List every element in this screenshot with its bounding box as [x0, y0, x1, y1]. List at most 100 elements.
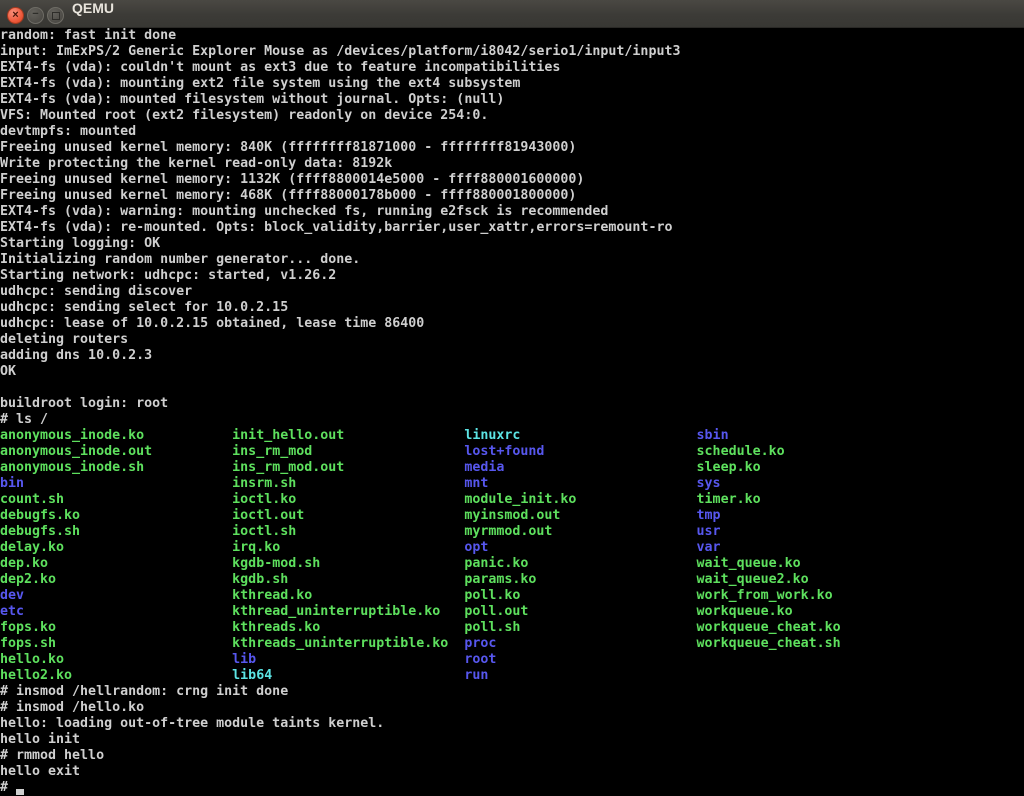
console-text: Freeing unused kernel memory: 468K (ffff… — [0, 188, 576, 204]
console-line: hello: loading out-of-tree module taints… — [0, 716, 1024, 732]
file-entry: workqueue.ko — [697, 604, 793, 620]
file-entry: sleep.ko — [697, 460, 761, 476]
console-line: devkthread.kopoll.kowork_from_work.ko — [0, 588, 1024, 604]
file-entry: lib — [232, 652, 256, 668]
file-entry: var — [697, 540, 721, 556]
file-entry: ioctl.ko — [232, 492, 296, 508]
console-line: dep.ko kgdb-mod.sh panic.ko wait_queue.ko — [0, 556, 1024, 572]
minimize-button[interactable]: − — [27, 7, 44, 24]
file-entry: etc — [0, 604, 24, 620]
console-line: VFS: Mounted root (ext2 filesystem) read… — [0, 108, 1024, 124]
file-entry: wait_queue2.ko — [697, 572, 809, 588]
file-entry: fops.ko — [0, 620, 56, 636]
console-line: EXT4-fs (vda): re-mounted. Opts: block_v… — [0, 220, 1024, 236]
console-text: devtmpfs: mounted — [0, 124, 136, 140]
console-line: buildroot login: root — [0, 396, 1024, 412]
file-entry: dep2.ko — [0, 572, 56, 588]
file-entry: workqueue_cheat.sh — [697, 636, 841, 652]
file-entry: ioctl.out — [232, 508, 304, 524]
window-title: QEMU — [72, 0, 114, 28]
close-icon: × — [12, 10, 18, 21]
console-line: debugfs.koioctl.outmyinsmod.outtmp — [0, 508, 1024, 524]
console-line: bininsrm.shmntsys — [0, 476, 1024, 492]
console-text: Write protecting the kernel read-only da… — [0, 156, 392, 172]
console-line: # insmod /hello.ko — [0, 700, 1024, 716]
console-line: count.shioctl.komodule_init.kotimer.ko — [0, 492, 1024, 508]
file-entry: ins_rm_mod.out — [232, 460, 344, 476]
file-entry: anonymous_inode.ko — [0, 428, 144, 444]
console-line: hello exit — [0, 764, 1024, 780]
console-line: udhcpc: sending select for 10.0.2.15 — [0, 300, 1024, 316]
console-line: random: fast init done — [0, 28, 1024, 44]
file-entry: kthreads.ko — [232, 620, 320, 636]
console-line: # — [0, 780, 1024, 796]
console-line: # ls / — [0, 412, 1024, 428]
file-entry: ins_rm_mod — [232, 444, 312, 460]
titlebar[interactable]: × − QEMU — [0, 0, 1024, 28]
console-line: hello2.kolib64run — [0, 668, 1024, 684]
console-line: dep2.kokgdb.shparams.kowait_queue2.ko — [0, 572, 1024, 588]
console-text: udhcpc: lease of 10.0.2.15 obtained, lea… — [0, 316, 424, 332]
file-entry: debugfs.sh — [0, 524, 80, 540]
file-entry: init_hello.out — [232, 428, 344, 444]
console-text: EXT4-fs (vda): re-mounted. Opts: block_v… — [0, 220, 672, 236]
console-line: hello init — [0, 732, 1024, 748]
console-text: Initializing random number generator... … — [0, 252, 360, 268]
console-line: EXT4-fs (vda): warning: mounting uncheck… — [0, 204, 1024, 220]
file-entry: params.ko — [464, 572, 536, 588]
qemu-window: × − QEMU random: fast init doneinput: Im… — [0, 0, 1024, 796]
console-line: Starting logging: OK — [0, 236, 1024, 252]
console-line: OK — [0, 364, 1024, 380]
console-text: OK — [0, 364, 16, 380]
file-entry: opt — [464, 540, 488, 556]
console-line: Freeing unused kernel memory: 840K (ffff… — [0, 140, 1024, 156]
console-line: Freeing unused kernel memory: 1132K (fff… — [0, 172, 1024, 188]
console-line: EXT4-fs (vda): couldn't mount as ext3 du… — [0, 60, 1024, 76]
console-text: input: ImExPS/2 Generic Explorer Mouse a… — [0, 44, 680, 60]
file-entry: workqueue_cheat.ko — [697, 620, 841, 636]
console-line: anonymous_inode.outins_rm_modlost+founds… — [0, 444, 1024, 460]
console-text: hello init — [0, 732, 80, 748]
file-entry: panic.ko — [464, 556, 528, 572]
terminal-screen[interactable]: random: fast init doneinput: ImExPS/2 Ge… — [0, 28, 1024, 796]
file-entry: insrm.sh — [232, 476, 296, 492]
file-entry: root — [464, 652, 496, 668]
console-line: anonymous_inode.shins_rm_mod.outmediasle… — [0, 460, 1024, 476]
console-line: EXT4-fs (vda): mounted filesystem withou… — [0, 92, 1024, 108]
console-line: deleting routers — [0, 332, 1024, 348]
file-entry: hello2.ko — [0, 668, 72, 684]
console-text: Freeing unused kernel memory: 840K (ffff… — [0, 140, 576, 156]
file-entry: hello.ko — [0, 652, 64, 668]
file-entry: kthreads_uninterruptible.ko — [232, 636, 448, 652]
console-text: VFS: Mounted root (ext2 filesystem) read… — [0, 108, 488, 124]
file-entry: count.sh — [0, 492, 64, 508]
file-entry: kgdb-mod.sh — [232, 556, 320, 572]
console-line: # insmod /hellrandom: crng init done — [0, 684, 1024, 700]
file-entry: module_init.ko — [464, 492, 576, 508]
console-line: fops.kokthreads.kopoll.shworkqueue_cheat… — [0, 620, 1024, 636]
console-line: Initializing random number generator... … — [0, 252, 1024, 268]
close-button[interactable]: × — [7, 7, 24, 24]
console-line: devtmpfs: mounted — [0, 124, 1024, 140]
file-entry: usr — [697, 524, 721, 540]
console-text: deleting routers — [0, 332, 128, 348]
console-line: delay.koirq.kooptvar — [0, 540, 1024, 556]
file-entry: wait_queue.ko — [697, 556, 801, 572]
file-entry: kthread.ko — [232, 588, 312, 604]
console-line: input: ImExPS/2 Generic Explorer Mouse a… — [0, 44, 1024, 60]
console-text: # insmod /hello.ko — [0, 700, 144, 716]
console-line: # rmmod hello — [0, 748, 1024, 764]
console-text: EXT4-fs (vda): warning: mounting uncheck… — [0, 204, 608, 220]
file-entry: mnt — [464, 476, 488, 492]
console-line: Starting network: udhcpc: started, v1.26… — [0, 268, 1024, 284]
file-entry: lost+found — [464, 444, 544, 460]
file-entry: dep.ko — [0, 556, 48, 572]
console-line: adding dns 10.0.2.3 — [0, 348, 1024, 364]
file-entry: kthread_uninterruptible.ko — [232, 604, 440, 620]
console-line: debugfs.shioctl.shmyrmmod.outusr — [0, 524, 1024, 540]
console-line: etckthread_uninterruptible.kopoll.outwor… — [0, 604, 1024, 620]
file-entry: myrmmod.out — [464, 524, 552, 540]
file-entry: run — [464, 668, 488, 684]
maximize-button[interactable] — [47, 7, 64, 24]
console-line — [0, 380, 1024, 396]
